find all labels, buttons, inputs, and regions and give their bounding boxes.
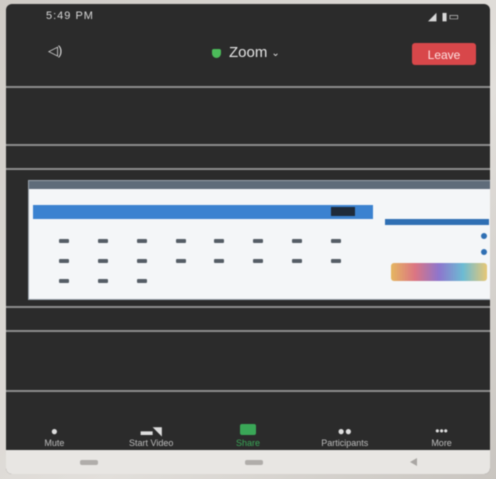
more-button[interactable]: ••• More: [402, 424, 482, 448]
grid-item: [214, 259, 225, 263]
phone-screen: 5:49 PM ◢ ▮▭ ◁) Zoom ⌄ Leave ● Mute ▬◥ S…: [6, 4, 490, 474]
grid-item: [214, 239, 225, 243]
scan-line: [6, 86, 490, 88]
grid-item: [59, 279, 70, 283]
grid-item: [253, 239, 264, 243]
grid-item: [59, 239, 70, 243]
home-button[interactable]: [244, 459, 263, 465]
scan-line: [6, 330, 490, 332]
grid-item: [136, 279, 147, 283]
shared-screen-badge: [331, 207, 355, 216]
system-nav-bar: [6, 450, 490, 474]
grid-item: [330, 239, 341, 243]
status-indicators: ◢ ▮▭: [428, 11, 460, 23]
meeting-title-text: Zoom: [229, 44, 268, 61]
sidebar-dot: [481, 233, 487, 239]
status-time: 5:49 PM: [46, 10, 94, 22]
microphone-icon: ●: [50, 424, 59, 438]
meeting-title[interactable]: Zoom ⌄: [212, 44, 280, 61]
speaker-icon[interactable]: ◁): [48, 44, 70, 58]
shared-screen-sidebar: [385, 219, 489, 289]
participants-label: Participants: [321, 438, 369, 448]
recents-button[interactable]: [79, 459, 98, 465]
meeting-header: ◁) Zoom ⌄ Leave: [6, 32, 490, 78]
participants-button[interactable]: ●● Participants: [305, 424, 385, 448]
grid-item: [175, 259, 186, 263]
share-label: Share: [235, 438, 260, 448]
grid-item: [330, 259, 341, 263]
grid-item: [253, 259, 264, 263]
grid-item: [98, 239, 109, 243]
grid-item: [136, 259, 147, 263]
grid-item: [175, 239, 186, 243]
sidebar-artwork: [391, 263, 487, 281]
shield-icon: [212, 48, 221, 58]
more-icon: •••: [435, 424, 448, 438]
leave-button[interactable]: Leave: [412, 43, 476, 65]
start-video-label: Start Video: [129, 438, 174, 448]
grid-item: [136, 239, 147, 243]
grid-item: [291, 259, 302, 263]
chevron-down-icon: ⌄: [271, 47, 280, 59]
video-camera-icon: ▬◥: [140, 424, 162, 438]
mute-label: Mute: [44, 438, 65, 448]
back-icon[interactable]: [409, 458, 417, 466]
status-bar: 5:49 PM ◢ ▮▭: [6, 4, 490, 30]
share-button[interactable]: Share: [208, 424, 288, 448]
scan-line: [6, 168, 490, 170]
scan-line: [6, 390, 490, 392]
grid-item: [59, 259, 70, 263]
sidebar-bar: [385, 219, 489, 225]
share-screen-icon: [239, 424, 256, 435]
start-video-button[interactable]: ▬◥ Start Video: [111, 424, 191, 448]
shared-screen-toolbar: [33, 205, 373, 219]
participants-icon: ●●: [337, 424, 353, 438]
grid-item: [98, 259, 109, 263]
meeting-toolbar: ● Mute ▬◥ Start Video Share ●● Participa…: [6, 418, 490, 448]
shared-screen-grid: [45, 231, 355, 291]
grid-item: [291, 239, 302, 243]
scan-line: [6, 144, 490, 146]
grid-item: [98, 279, 109, 283]
shared-screen[interactable]: [28, 180, 490, 300]
shared-screen-titlebar: [29, 181, 490, 189]
sidebar-dot: [481, 249, 487, 255]
more-label: More: [431, 438, 452, 448]
mute-button[interactable]: ● Mute: [14, 424, 94, 448]
scan-line: [6, 306, 490, 308]
